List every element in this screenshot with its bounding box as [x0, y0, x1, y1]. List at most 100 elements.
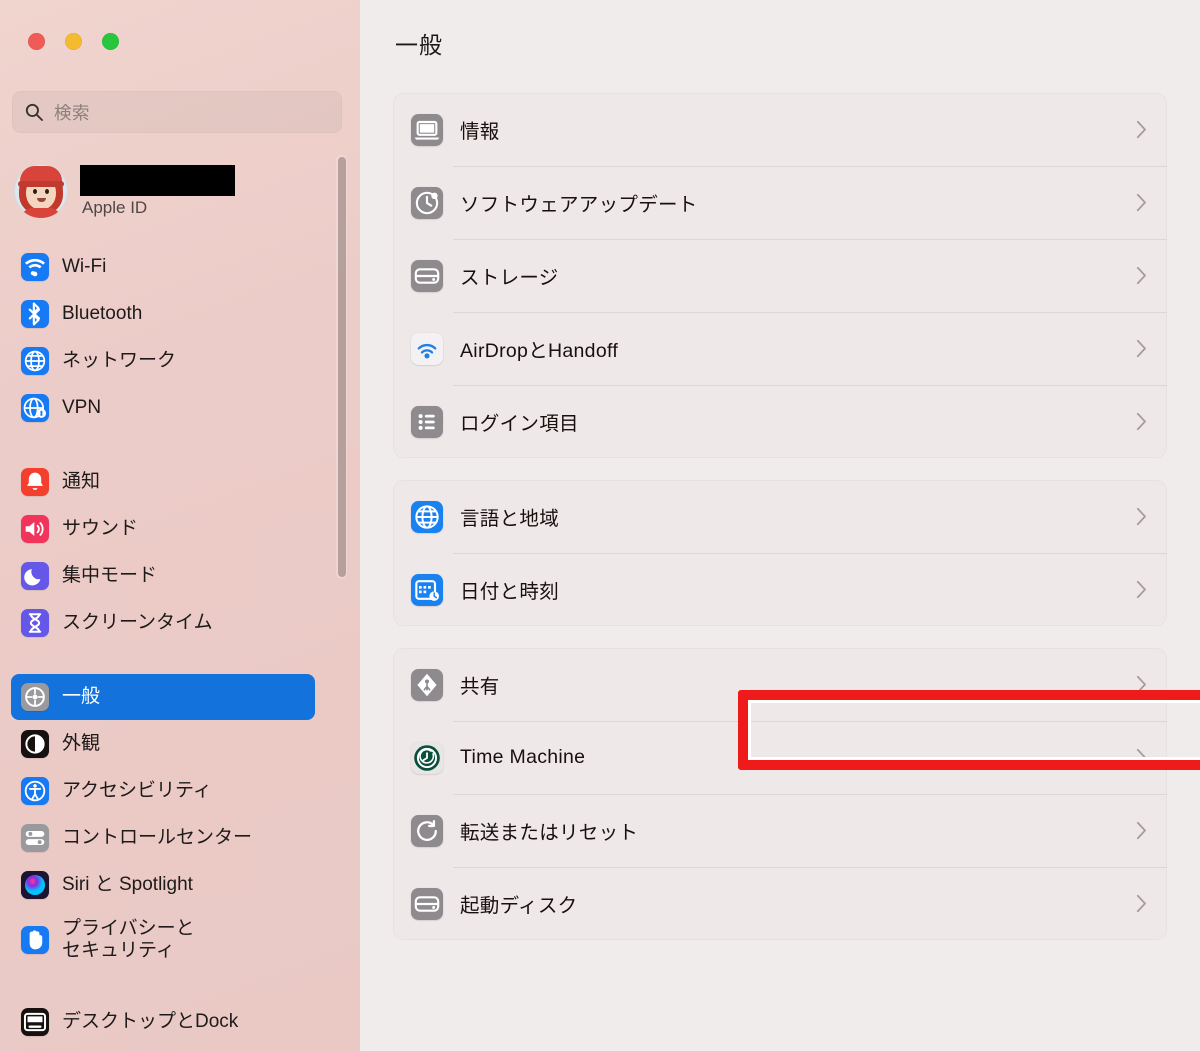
settings-row-ソフトウェアアップデート[interactable]: ソフトウェアアップデート [393, 166, 1167, 239]
sidebar-item-コントロールセンター[interactable]: コントロールセンター [11, 815, 315, 861]
speaker-icon [21, 515, 49, 543]
settings-row-共有[interactable]: 共有 [393, 648, 1167, 721]
sidebar-item-vpn[interactable]: VPN [11, 385, 315, 431]
transfer-reset-icon [411, 814, 443, 847]
wifi-icon [21, 253, 49, 281]
settings-row-label: AirDropとHandoff [460, 340, 619, 362]
sidebar-group: Wi-Fi Bluetooth ネットワーク VPN [0, 244, 360, 431]
settings-row-ストレージ[interactable]: ストレージ [393, 239, 1167, 312]
window-traffic-lights [28, 33, 119, 50]
zoom-button[interactable] [102, 33, 119, 50]
storage-icon [411, 259, 443, 292]
avatar [14, 164, 68, 218]
gear-icon [21, 683, 49, 711]
sidebar-item-プライバシーと-セキュリティ[interactable]: プライバシーと セキュリティ [11, 909, 315, 971]
system-settings-window: 検索 Apple ID Wi-Fi Bluetooth ネットワーク VPN 通知サウン… [0, 0, 1200, 1051]
page-title: 一般 [395, 32, 443, 58]
sidebar-item-label: ネットワーク [62, 350, 177, 372]
sidebar-item-label: 通知 [62, 471, 101, 493]
sidebar: 検索 Apple ID Wi-Fi Bluetooth ネットワーク VPN 通知サウン… [0, 0, 360, 1051]
date-time-icon [411, 573, 443, 606]
sidebar-item-label: デスクトップとDock [62, 1011, 239, 1033]
settings-row-label: 共有 [460, 676, 500, 698]
sidebar-item-label: Siri と Spotlight [62, 874, 193, 896]
search-placeholder: 検索 [54, 102, 90, 123]
chevron-right-icon [1136, 894, 1147, 913]
settings-groups: 情報ソフトウェアアップデート ストレージ AirDropとHandoff ログイン項目… [393, 93, 1167, 962]
close-button[interactable] [28, 33, 45, 50]
sidebar-group: 通知サウンド集中モードスクリーンタイム [0, 459, 360, 646]
sidebar-item-label: コントロールセンター [62, 827, 253, 849]
sidebar-scrollbar-thumb[interactable] [338, 157, 346, 577]
main-content: 一般 情報ソフトウェアアップデート ストレージ AirDropとHandoff ログイ… [360, 0, 1200, 1051]
sidebar-group: デスクトップとDock [0, 999, 360, 1045]
settings-card: 言語と地域日付と時刻 [393, 480, 1167, 626]
sidebar-item-siri-と-spotlight[interactable]: Siri と Spotlight [11, 862, 315, 908]
software-update-icon [411, 186, 443, 219]
language-globe-icon [411, 500, 443, 533]
sidebar-item-label: スクリーンタイム [62, 612, 213, 634]
accessibility-icon [21, 777, 49, 805]
sidebar-item-label: VPN [62, 397, 102, 419]
laptop-icon [411, 113, 443, 146]
settings-row-転送またはリセット[interactable]: 転送またはリセット [393, 794, 1167, 867]
hourglass-icon [21, 609, 49, 637]
settings-row-label: 起動ディスク [460, 895, 578, 917]
sidebar-item-label: 一般 [62, 686, 101, 708]
sidebar-item-wi-fi[interactable]: Wi-Fi [11, 244, 315, 290]
sidebar-group-separator [0, 432, 360, 458]
sidebar-item-label: 外観 [62, 733, 101, 755]
sidebar-item-アクセシビリティ[interactable]: アクセシビリティ [11, 768, 315, 814]
sidebar-item-通知[interactable]: 通知 [11, 459, 315, 505]
settings-row-label: 転送またはリセット [460, 822, 639, 844]
network-globe-icon [21, 347, 49, 375]
chevron-right-icon [1136, 412, 1147, 431]
sidebar-group: 一般外観アクセシビリティコントロールセンター Siri と Spotlight プラ… [0, 674, 360, 971]
settings-row-airdropとhandoff[interactable]: AirDropとHandoff [393, 312, 1167, 385]
sidebar-item-サウンド[interactable]: サウンド [11, 506, 315, 552]
time-machine-icon [411, 741, 443, 774]
settings-row-time-machine[interactable]: Time Machine [393, 721, 1167, 794]
settings-row-言語と地域[interactable]: 言語と地域 [393, 480, 1167, 553]
settings-row-label: ソフトウェアアップデート [460, 194, 698, 216]
settings-row-label: ストレージ [460, 267, 559, 289]
search-field[interactable]: 検索 [12, 91, 342, 133]
chevron-right-icon [1136, 507, 1147, 526]
chevron-right-icon [1136, 266, 1147, 285]
sidebar-item-デスクトップとdock[interactable]: デスクトップとDock [11, 999, 315, 1045]
sidebar-item-一般[interactable]: 一般 [11, 674, 315, 720]
chevron-right-icon [1136, 120, 1147, 139]
settings-row-起動ディスク[interactable]: 起動ディスク [393, 867, 1167, 940]
settings-row-情報[interactable]: 情報 [393, 93, 1167, 166]
chevron-right-icon [1136, 748, 1147, 767]
sidebar-item-スクリーンタイム[interactable]: スクリーンタイム [11, 600, 315, 646]
settings-row-label: 言語と地域 [460, 508, 560, 530]
settings-card: 情報ソフトウェアアップデート ストレージ AirDropとHandoff ログイン項目 [393, 93, 1167, 458]
minimize-button[interactable] [65, 33, 82, 50]
settings-row-label: Time Machine [460, 746, 586, 768]
sidebar-item-label: アクセシビリティ [62, 780, 212, 802]
sidebar-item-label: プライバシーと セキュリティ [62, 918, 195, 961]
chevron-right-icon [1136, 580, 1147, 599]
sidebar-group-separator [0, 647, 360, 673]
sidebar-item-外観[interactable]: 外観 [11, 721, 315, 767]
settings-row-ログイン項目[interactable]: ログイン項目 [393, 385, 1167, 458]
sidebar-item-bluetooth[interactable]: Bluetooth [11, 291, 315, 337]
sidebar-item-ネットワーク[interactable]: ネットワーク [11, 338, 315, 384]
account-name-redacted [80, 164, 235, 196]
control-center-icon [21, 824, 49, 852]
chevron-right-icon [1136, 193, 1147, 212]
sidebar-item-label: Bluetooth [62, 303, 143, 325]
settings-row-label: ログイン項目 [460, 413, 579, 435]
settings-row-日付と時刻[interactable]: 日付と時刻 [393, 553, 1167, 626]
sharing-icon [411, 668, 443, 701]
settings-row-label: 日付と時刻 [460, 581, 560, 603]
sidebar-item-label: サウンド [62, 518, 139, 540]
apple-id-profile-row[interactable]: Apple ID [8, 156, 338, 226]
siri-icon [21, 871, 49, 899]
desktop-dock-icon [21, 1008, 49, 1036]
moon-icon [21, 562, 49, 590]
airdrop-icon [411, 332, 443, 365]
sidebar-item-集中モード[interactable]: 集中モード [11, 553, 315, 599]
chevron-right-icon [1136, 821, 1147, 840]
